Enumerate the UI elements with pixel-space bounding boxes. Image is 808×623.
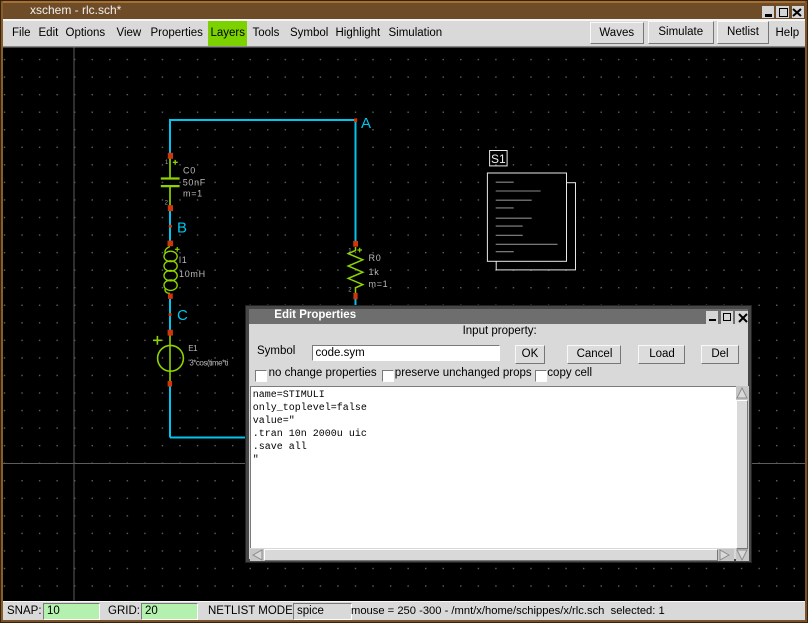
svg-text:C0: C0 [183, 165, 196, 175]
svg-text:E1: E1 [188, 344, 198, 353]
svg-text:B: B [177, 220, 187, 237]
svg-text:l1: l1 [179, 255, 187, 265]
svg-text:1k: 1k [369, 267, 380, 277]
svg-text:S1: S1 [491, 152, 506, 166]
svg-text:'3*cos(time*ti: '3*cos(time*ti [188, 358, 228, 367]
svg-text:m=1: m=1 [369, 279, 389, 289]
svg-text:C: C [177, 307, 188, 324]
svg-text:A: A [361, 115, 371, 132]
svg-text:10mH: 10mH [179, 269, 206, 279]
svg-text:50nF: 50nF [183, 178, 206, 188]
svg-text:m=1: m=1 [183, 189, 203, 199]
svg-text:R0: R0 [369, 253, 382, 263]
